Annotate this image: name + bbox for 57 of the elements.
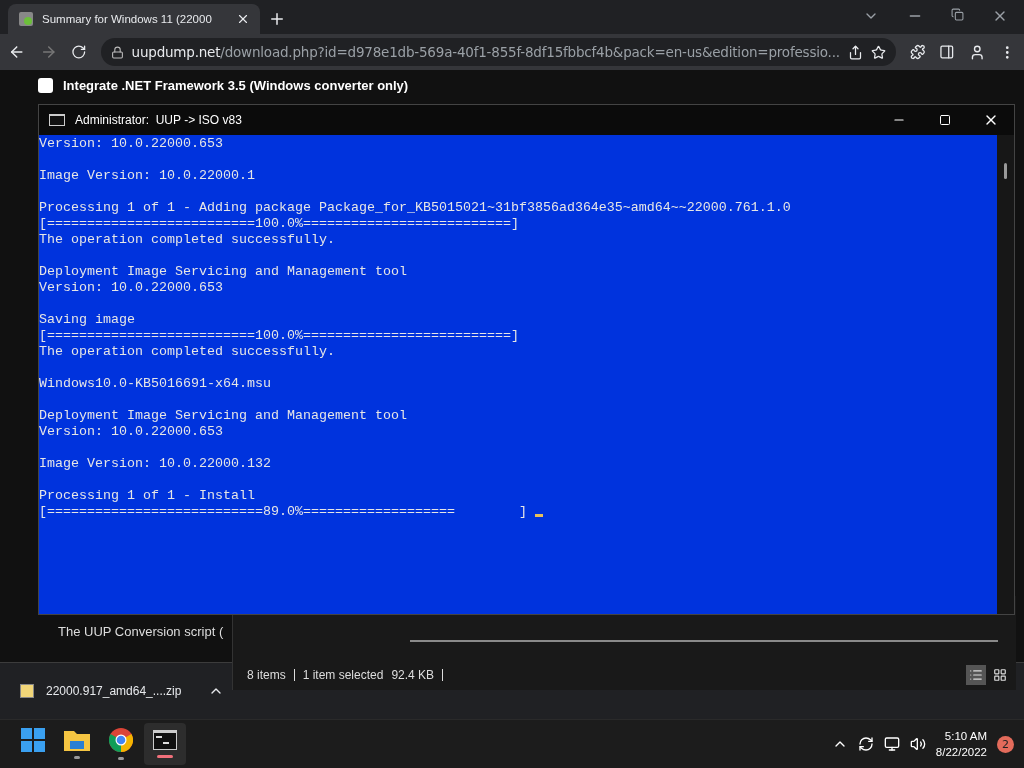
console-line: Deployment Image Servicing and Management tool — [39, 264, 407, 280]
cursor-icon — [534, 514, 543, 517]
windows-logo-icon — [21, 728, 45, 752]
browser-tab[interactable]: Summary for Windows 11 (22000 — [8, 4, 260, 34]
status-text: 8 items — [247, 668, 286, 682]
date-text: 8/22/2022 — [935, 745, 987, 760]
list-icon — [969, 668, 983, 682]
volume-icon[interactable] — [909, 736, 926, 752]
bookmark-icon[interactable] — [870, 44, 886, 60]
console-line: Image Version: 10.0.22000.1 — [39, 168, 255, 184]
terminal-icon — [153, 730, 177, 750]
console-line: Processing 1 of 1 - Adding package Package_for_KB5015021~31bf3856ad364e35~amd64~~22000.761.1.0 — [39, 200, 791, 216]
download-name[interactable]: 22000.917_amd64_....zip — [46, 684, 196, 698]
reload-icon[interactable] — [71, 44, 87, 60]
status-text: 1 item selected — [302, 668, 384, 682]
checkbox[interactable] — [38, 78, 53, 93]
window-title: Administrator: UUP -> ISO v83 — [75, 113, 242, 127]
restore-icon[interactable] — [951, 8, 964, 21]
tab-title: Summary for Windows 11 (22000 — [42, 13, 213, 25]
scroll-thumb — [1004, 163, 1007, 179]
console-line: Saving image — [39, 312, 135, 328]
details-view-button[interactable] — [966, 665, 986, 685]
console-line: Version: 10.0.22000.653 — [39, 136, 223, 152]
console-line: [==========================100.0%==========================] — [39, 328, 519, 344]
lock-icon — [110, 45, 124, 59]
time-text: 5:10 AM — [944, 729, 987, 744]
clock[interactable]: 5:10 AM 8/22/2022 — [935, 728, 987, 760]
taskbar-app[interactable] — [144, 723, 186, 765]
side-panel-icon[interactable] — [939, 44, 955, 60]
status-text: 92.4 KB — [391, 668, 435, 682]
console-line: Deployment Image Servicing and Management tool — [39, 408, 407, 424]
console-line: Version: 10.0.22000.653 — [39, 280, 223, 296]
close-icon[interactable] — [236, 12, 250, 26]
option-label: Integrate .NET Framework 3.5 (Windows converter only) — [63, 78, 409, 93]
chrome-icon — [109, 728, 133, 752]
console-line: [===========================89.0%=================== ] — [39, 504, 527, 520]
terminal-icon — [49, 114, 65, 126]
extensions-icon[interactable] — [909, 44, 926, 60]
console-line: [==========================100.0%==========================] — [39, 216, 519, 232]
network-icon[interactable] — [883, 736, 900, 752]
console-line: Processing 1 of 1 - Install — [39, 488, 255, 504]
zip-file-icon — [20, 684, 34, 698]
share-icon[interactable] — [847, 44, 863, 60]
console-line: The operation completed successfully. — [39, 232, 335, 248]
address-field[interactable]: uupdump.net/download.php?id=d978e1db-569a-40f1-855f-8df15fbbcf4b&pack=en-us&edition=professio... — [100, 38, 896, 66]
page-text: The UUP Conversion script ( — [58, 624, 224, 639]
sync-icon[interactable] — [857, 736, 874, 752]
new-tab-icon[interactable] — [268, 10, 286, 28]
console-line: Windows10.0-KB5016691-x64.msu — [39, 376, 271, 392]
console-line: The operation completed successfully. — [39, 344, 335, 360]
folder-icon — [64, 729, 90, 751]
favicon-icon — [18, 11, 34, 27]
notification-badge[interactable]: 2 — [997, 735, 1014, 753]
console-line: Image Version: 10.0.22000.132 — [39, 456, 271, 472]
console-line: Version: 10.0.22000.653 — [39, 424, 223, 440]
maximize-icon — [939, 114, 951, 126]
grid-icon — [993, 668, 1007, 682]
